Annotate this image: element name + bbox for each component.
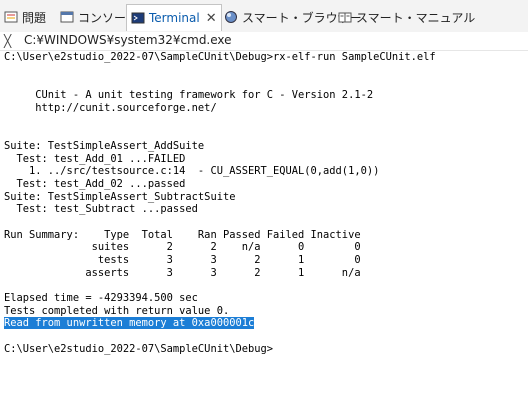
terminal-line-text: Elapsed time = -4293394.500 sec: [4, 292, 198, 305]
terminal-line: Elapsed time = -4293394.500 sec: [4, 292, 524, 305]
terminal-line-text: C:\User\e2studio_2022-07\SampleCUnit\Deb…: [4, 51, 436, 63]
terminal-line-text: tests 3 3 2 1 0: [4, 254, 361, 266]
terminal-session-title: C:¥WINDOWS¥system32¥cmd.exe: [24, 33, 232, 47]
console-icon: [60, 10, 74, 24]
terminal-line: C:\User\e2studio_2022-07\SampleCUnit\Deb…: [4, 343, 524, 356]
terminal-line-text: C:\User\e2studio_2022-07\SampleCUnit\Deb…: [4, 342, 273, 355]
terminal-line: Test: test_Add_01 ...FAILED: [4, 153, 524, 166]
terminal-line: Suite: TestSimpleAssert_SubtractSuite: [4, 191, 524, 204]
terminal-line-text: Read from unwritten memory at 0xa000001c: [4, 317, 255, 330]
terminal-line-text: suites 2 2 n/a 0 0: [4, 241, 361, 254]
terminal-line: suites 2 2 n/a 0 0: [4, 241, 524, 254]
terminal-line: Test: test_Add_02 ...passed: [4, 178, 524, 191]
terminal-line-text: Test: test_Add_02 ...passed: [4, 177, 186, 190]
terminal-line-text: 1. ../src/testsource.c:14 - CU_ASSERT_EQ…: [4, 165, 380, 178]
terminal-line-text: Tests completed with return value 0.: [4, 304, 230, 317]
tab-terminal-label: Terminal: [149, 11, 200, 25]
terminal-line-text: Suite: TestSimpleAssert_SubtractSuite: [4, 190, 236, 203]
smart-browser-icon: [224, 10, 238, 24]
terminal-line-text: asserts 3 3 2 1 n/a: [4, 266, 361, 279]
terminal-line: http://cunit.sourceforge.net/: [4, 102, 524, 115]
terminal-line-text: http://cunit.sourceforge.net/: [4, 101, 217, 114]
terminal-line: Run Summary: Type Total Ran Passed Faile…: [4, 229, 524, 242]
terminal-output[interactable]: C:\User\e2studio_2022-07\SampleCUnit\Deb…: [4, 51, 524, 418]
terminal-line: asserts 3 3 2 1 n/a: [4, 267, 524, 280]
terminal-line: C:\User\e2studio_2022-07\SampleCUnit\Deb…: [4, 51, 524, 64]
view-tab-bar: 問題 コンソール Terminal ✕ スマート・ブラウザー スマート・マニュア…: [0, 0, 528, 33]
terminal-line-text: Run Summary: Type Total Ran Passed Faile…: [4, 228, 361, 241]
problems-icon: [4, 10, 18, 24]
smart-manual-icon: [338, 10, 352, 24]
terminal-line: Tests completed with return value 0.: [4, 305, 524, 318]
terminal-line: tests 3 3 2 1 0: [4, 254, 524, 267]
tab-smart-manual[interactable]: スマート・マニュアル: [338, 6, 475, 28]
terminal-line: 1. ../src/testsource.c:14 - CU_ASSERT_EQ…: [4, 165, 524, 178]
close-session-icon[interactable]: ╳: [4, 34, 18, 48]
terminal-line: CUnit - A unit testing framework for C -…: [4, 89, 524, 102]
tab-smart-manual-label: スマート・マニュアル: [356, 10, 476, 25]
terminal-line-text: Test: test_Subtract ...passed: [4, 203, 198, 216]
tab-problems-label: 問題: [22, 10, 47, 25]
terminal-line-text: Suite: TestSimpleAssert_AddSuite: [4, 139, 205, 152]
terminal-session-tab[interactable]: ╳ C:¥WINDOWS¥system32¥cmd.exe: [0, 32, 528, 51]
terminal-icon: [131, 11, 145, 25]
terminal-line: Suite: TestSimpleAssert_AddSuite: [4, 140, 524, 153]
terminal-line: Test: test_Subtract ...passed: [4, 203, 524, 216]
tab-terminal[interactable]: Terminal ✕: [126, 4, 222, 31]
tab-problems[interactable]: 問題: [4, 6, 46, 28]
terminal-line-text: CUnit - A unit testing framework for C -…: [4, 89, 374, 102]
close-icon[interactable]: ✕: [206, 11, 217, 26]
terminal-line-selected: Read from unwritten memory at 0xa000001c: [4, 317, 524, 330]
terminal-line-text: Test: test_Add_01 ...FAILED: [4, 152, 186, 165]
